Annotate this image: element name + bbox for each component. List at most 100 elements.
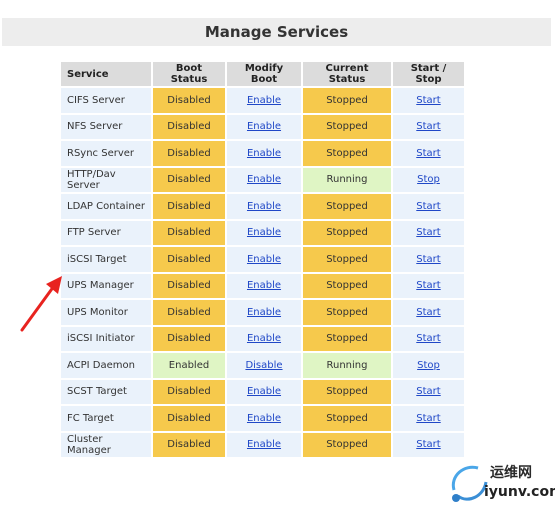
table-row: UPS Monitor Disabled Enable Stopped Start [61, 300, 464, 325]
start-stop-link[interactable]: Start [416, 333, 440, 344]
modify-boot-cell: Enable [227, 114, 301, 139]
table-body: CIFS Server Disabled Enable Stopped Start NFS… [61, 88, 464, 457]
title-bar: Manage Services [2, 18, 551, 46]
start-stop-link[interactable]: Start [416, 254, 440, 265]
modify-boot-cell: Enable [227, 273, 301, 298]
modify-boot-link[interactable]: Enable [247, 121, 281, 132]
modify-boot-link[interactable]: Enable [247, 201, 281, 212]
boot-status-cell: Disabled [153, 114, 225, 139]
service-name-cell: NFS Server [61, 114, 151, 139]
table-row: LDAP Container Disabled Enable Stopped Start [61, 194, 464, 219]
service-name-cell: Cluster Manager [61, 432, 151, 457]
table-row: NFS Server Disabled Enable Stopped Start [61, 114, 464, 139]
current-status-cell: Stopped [303, 247, 391, 272]
modify-boot-cell: Enable [227, 194, 301, 219]
start-stop-cell: Start [393, 273, 464, 298]
modify-boot-link[interactable]: Enable [247, 280, 281, 291]
current-status-cell: Stopped [303, 141, 391, 166]
table-row: Cluster Manager Disabled Enable Stopped Star… [61, 432, 464, 457]
modify-boot-link[interactable]: Enable [247, 439, 281, 450]
column-header-boot-status: Boot Status [153, 62, 225, 86]
current-status-cell: Running [303, 167, 391, 192]
service-name-cell: iSCSI Initiator [61, 326, 151, 351]
start-stop-cell: Stop [393, 353, 464, 378]
table-row: SCST Target Disabled Enable Stopped Start [61, 379, 464, 404]
modify-boot-link[interactable]: Enable [247, 95, 281, 106]
table-row: RSync Server Disabled Enable Stopped Start [61, 141, 464, 166]
boot-status-cell: Disabled [153, 194, 225, 219]
table-row: FTP Server Disabled Enable Stopped Start [61, 220, 464, 245]
start-stop-cell: Start [393, 194, 464, 219]
modify-boot-link[interactable]: Enable [247, 333, 281, 344]
modify-boot-link[interactable]: Enable [247, 148, 281, 159]
current-status-cell: Stopped [303, 220, 391, 245]
start-stop-link[interactable]: Start [416, 201, 440, 212]
start-stop-link[interactable]: Start [416, 413, 440, 424]
modify-boot-cell: Enable [227, 141, 301, 166]
start-stop-link[interactable]: Start [416, 280, 440, 291]
start-stop-link[interactable]: Start [416, 227, 440, 238]
modify-boot-link[interactable]: Enable [247, 174, 281, 185]
modify-boot-link[interactable]: Enable [247, 307, 281, 318]
modify-boot-link[interactable]: Enable [247, 413, 281, 424]
start-stop-cell: Start [393, 141, 464, 166]
modify-boot-link[interactable]: Disable [245, 360, 282, 371]
column-header-service: Service [61, 62, 151, 86]
column-header-current-status: Current Status [303, 62, 391, 86]
boot-status-cell: Disabled [153, 432, 225, 457]
service-name-cell: RSync Server [61, 141, 151, 166]
modify-boot-cell: Enable [227, 432, 301, 457]
start-stop-cell: Start [393, 114, 464, 139]
service-name-cell: iSCSI Target [61, 247, 151, 272]
service-name-cell: SCST Target [61, 379, 151, 404]
start-stop-link[interactable]: Start [416, 95, 440, 106]
start-stop-cell: Start [393, 300, 464, 325]
column-header-modify-boot: Modify Boot [227, 62, 301, 86]
modify-boot-link[interactable]: Enable [247, 386, 281, 397]
start-stop-cell: Start [393, 432, 464, 457]
current-status-cell: Running [303, 353, 391, 378]
boot-status-cell: Disabled [153, 220, 225, 245]
red-arrow-annotation [20, 276, 62, 332]
start-stop-link[interactable]: Stop [417, 360, 440, 371]
service-name-cell: FTP Server [61, 220, 151, 245]
modify-boot-cell: Enable [227, 326, 301, 351]
boot-status-cell: Disabled [153, 141, 225, 166]
start-stop-link[interactable]: Start [416, 121, 440, 132]
watermark-chinese-text: 运维网 [490, 465, 532, 481]
column-header-start-stop: Start / Stop [393, 62, 464, 86]
services-table: Service Boot Status Modify Boot Current … [59, 60, 466, 459]
page-title: Manage Services [204, 23, 349, 41]
boot-status-cell: Disabled [153, 167, 225, 192]
boot-status-cell: Disabled [153, 247, 225, 272]
service-name-cell: CIFS Server [61, 88, 151, 113]
start-stop-link[interactable]: Start [416, 439, 440, 450]
current-status-cell: Stopped [303, 432, 391, 457]
start-stop-link[interactable]: Stop [417, 174, 440, 185]
table-row: iSCSI Initiator Disabled Enable Stopped Star… [61, 326, 464, 351]
start-stop-link[interactable]: Start [416, 386, 440, 397]
boot-status-cell: Disabled [153, 88, 225, 113]
current-status-cell: Stopped [303, 379, 391, 404]
modify-boot-cell: Disable [227, 353, 301, 378]
start-stop-cell: Start [393, 406, 464, 431]
modify-boot-cell: Enable [227, 247, 301, 272]
boot-status-cell: Enabled [153, 353, 225, 378]
modify-boot-link[interactable]: Enable [247, 227, 281, 238]
table-header-row: Service Boot Status Modify Boot Current … [61, 62, 464, 86]
start-stop-cell: Start [393, 220, 464, 245]
table-row: FC Target Disabled Enable Stopped Start [61, 406, 464, 431]
current-status-cell: Stopped [303, 406, 391, 431]
table-row: CIFS Server Disabled Enable Stopped Start [61, 88, 464, 113]
modify-boot-link[interactable]: Enable [247, 254, 281, 265]
table-row: UPS Manager Disabled Enable Stopped Start [61, 273, 464, 298]
modify-boot-cell: Enable [227, 220, 301, 245]
start-stop-link[interactable]: Start [416, 148, 440, 159]
current-status-cell: Stopped [303, 273, 391, 298]
table-row: iSCSI Target Disabled Enable Stopped Start [61, 247, 464, 272]
current-status-cell: Stopped [303, 88, 391, 113]
current-status-cell: Stopped [303, 300, 391, 325]
start-stop-link[interactable]: Start [416, 307, 440, 318]
watermark: 运维网 iyunv.com [446, 458, 555, 506]
boot-status-cell: Disabled [153, 326, 225, 351]
